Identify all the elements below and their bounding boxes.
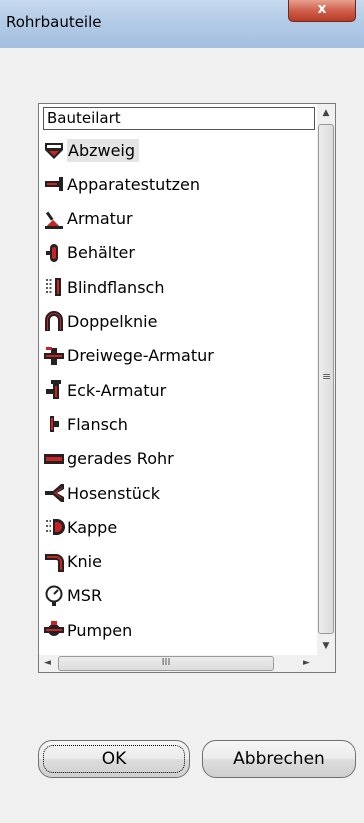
- nozzle-icon: [43, 173, 65, 195]
- close-icon: x: [317, 1, 327, 17]
- vertical-scroll-thumb[interactable]: ≡: [318, 124, 334, 634]
- list-item[interactable]: Dreiwege-Armatur: [43, 341, 214, 371]
- list-item[interactable]: Pumpen: [43, 615, 132, 645]
- double-elbow-icon: [43, 310, 65, 333]
- list-item[interactable]: Behälter: [43, 238, 135, 268]
- list-item-label: Knie: [67, 552, 102, 572]
- angle-valve-icon: [43, 379, 65, 401]
- list-item[interactable]: Flansch: [43, 409, 128, 439]
- list-item-label: MSR: [67, 586, 103, 606]
- list-item-label: gerades Rohr: [67, 449, 174, 469]
- tee-branch-icon: [43, 139, 65, 161]
- list-item-label: Doppelknie: [67, 312, 158, 331]
- list-item-label: Flansch: [67, 414, 128, 434]
- list-item[interactable]: Knie: [43, 547, 102, 577]
- list-item[interactable]: Kappe: [43, 512, 117, 542]
- list-item-label: Apparatestutzen: [67, 174, 200, 194]
- scroll-down-button[interactable]: ▼: [317, 637, 335, 655]
- straight-pipe-icon: [43, 448, 65, 470]
- grip-icon: ≡: [322, 370, 332, 383]
- list-item-label: Abzweig: [67, 138, 140, 162]
- gauge-icon: [43, 585, 65, 607]
- list-item-label: Pumpen: [67, 620, 133, 640]
- component-type-list[interactable]: Bauteilart Abzweig Apparatestutzen Armatur…: [38, 103, 336, 673]
- scroll-left-button[interactable]: ◄: [39, 655, 56, 672]
- list-item-label: Eck-Armatur: [67, 380, 167, 400]
- list-item[interactable]: Blindflansch: [43, 272, 164, 302]
- cancel-button[interactable]: Abbrechen: [202, 740, 356, 778]
- cancel-button-label: Abbrechen: [233, 749, 325, 769]
- vertical-scrollbar[interactable]: ▲ ≡ ▼: [317, 104, 335, 655]
- list-item[interactable]: Hosenstück: [43, 478, 160, 508]
- valve-icon: [43, 208, 65, 230]
- list-item[interactable]: MSR: [43, 581, 102, 611]
- list-item-label: Behälter: [67, 243, 135, 263]
- flange-icon: [43, 413, 65, 435]
- list-item-label: Dreiwege-Armatur: [67, 346, 214, 366]
- list-viewport: Bauteilart Abzweig Apparatestutzen Armatur…: [39, 104, 317, 655]
- list-item[interactable]: Armatur: [43, 204, 133, 234]
- list-item[interactable]: Doppelknie: [43, 307, 157, 337]
- scrollbar-corner: [317, 655, 335, 672]
- wye-icon: [43, 482, 65, 504]
- focus-rectangle: [43, 745, 185, 773]
- list-item[interactable]: Abzweig: [43, 135, 140, 165]
- list-item[interactable]: Apparatestutzen: [43, 169, 200, 199]
- horizontal-scrollbar[interactable]: ◄ III ►: [39, 655, 317, 672]
- list-item[interactable]: gerades Rohr: [43, 444, 174, 474]
- dialog-client-area: Bauteilart Abzweig Apparatestutzen Armatur…: [0, 48, 364, 823]
- pump-icon: [43, 619, 65, 641]
- window-title: Rohrbauteile: [6, 13, 102, 31]
- list-item-label: Hosenstück: [67, 483, 160, 503]
- elbow-icon: [43, 551, 65, 573]
- scroll-up-button[interactable]: ▲: [317, 104, 335, 122]
- scroll-right-button[interactable]: ►: [298, 655, 315, 672]
- list-item-label: Kappe: [67, 517, 118, 537]
- list-item-label: Blindflansch: [67, 277, 165, 297]
- horizontal-scroll-thumb[interactable]: III: [58, 656, 274, 671]
- list-header[interactable]: Bauteilart: [43, 107, 315, 130]
- blind-flange-icon: [43, 276, 65, 298]
- vessel-icon: [43, 242, 65, 264]
- close-button[interactable]: x: [288, 0, 356, 22]
- three-way-valve-icon: [43, 345, 65, 367]
- ok-button[interactable]: OK: [38, 740, 190, 778]
- title-bar[interactable]: Rohrbauteile x: [0, 0, 364, 48]
- list-item[interactable]: Eck-Armatur: [43, 375, 166, 405]
- list-item-label: Armatur: [67, 209, 133, 229]
- cap-icon: [43, 516, 65, 538]
